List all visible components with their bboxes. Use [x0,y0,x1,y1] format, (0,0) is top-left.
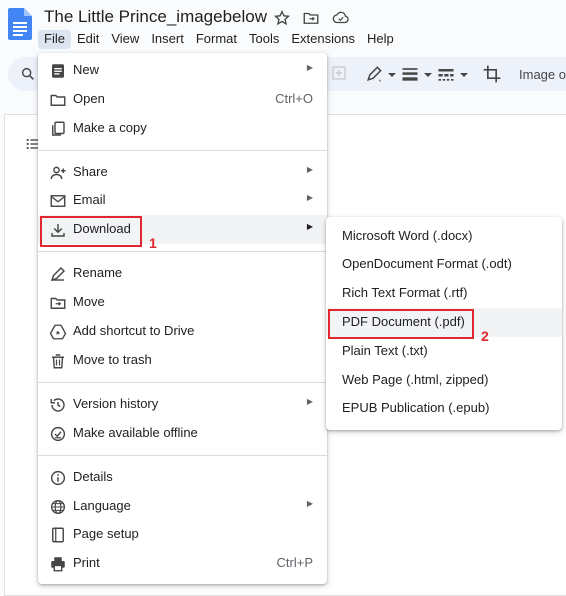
submenu-arrow-icon: ▶ [306,63,313,72]
menu-item-rename[interactable]: Rename [38,259,327,288]
history-icon [50,398,65,412]
download-option-html[interactable]: Web Page (.html, zipped) [326,366,562,395]
submenu-arrow-icon: ▶ [306,499,313,508]
menu-file[interactable]: File [38,30,71,49]
trash-icon [52,354,64,369]
menu-item-open[interactable]: Open Ctrl+O [38,85,327,114]
star-icon[interactable] [273,9,293,27]
menu-format[interactable]: Format [190,30,243,49]
menu-item-language[interactable]: Language ▶ [38,492,327,521]
page-setup-icon [52,527,64,543]
menu-bar: File Edit View Insert Format Tools Exten… [38,30,400,49]
submenu-arrow-icon: ▶ [306,165,313,174]
copy-icon [52,121,65,136]
menu-edit[interactable]: Edit [71,30,105,49]
menu-item-new[interactable]: New ▶ [38,56,327,85]
menu-tools[interactable]: Tools [243,30,285,49]
title-bar: The Little Prince_imagebelow File Edit V… [0,0,566,50]
download-option-docx[interactable]: Microsoft Word (.docx) [326,222,562,251]
menu-item-email[interactable]: Email ▶ [38,186,327,215]
move-folder-icon[interactable] [302,9,322,27]
file-menu: New ▶ Open Ctrl+O Make a copy Share ▶ Em… [38,53,327,584]
submenu-arrow-icon: ▶ [306,193,313,202]
border-weight-dropdown-icon[interactable] [424,64,432,84]
print-icon [51,557,65,572]
insert-comment-icon[interactable] [330,64,350,84]
annotation-box-download [40,216,142,247]
download-option-odt[interactable]: OpenDocument Format (.odt) [326,250,562,279]
folder-open-icon [50,94,66,106]
menu-extensions[interactable]: Extensions [285,30,361,49]
menu-separator [38,455,327,456]
submenu-arrow-icon: ▶ [306,222,313,231]
border-weight-icon[interactable] [400,64,420,84]
menu-item-share[interactable]: Share ▶ [38,158,327,187]
move-folder-icon [50,297,66,309]
offline-icon [50,426,66,442]
image-options-button[interactable]: Image o [519,67,566,82]
download-option-epub[interactable]: EPUB Publication (.epub) [326,394,562,423]
document-title[interactable]: The Little Prince_imagebelow [44,7,267,27]
submenu-arrow-icon: ▶ [306,397,313,406]
annotation-step-2: 2 [481,328,489,344]
rename-pen-icon [50,266,66,282]
menu-item-version-history[interactable]: Version history ▶ [38,390,327,419]
menu-item-make-a-copy[interactable]: Make a copy [38,114,327,143]
menu-help[interactable]: Help [361,30,400,49]
border-dash-dropdown-icon[interactable] [460,64,468,84]
border-dash-icon[interactable] [436,64,456,84]
highlight-pen-icon[interactable] [364,64,384,84]
menu-separator [38,382,327,383]
cloud-status-icon[interactable] [331,9,351,27]
menu-item-move-to-trash[interactable]: Move to trash [38,346,327,375]
download-option-rtf[interactable]: Rich Text Format (.rtf) [326,279,562,308]
menu-item-print[interactable]: Print Ctrl+P [38,549,327,578]
menu-item-move[interactable]: Move [38,288,327,317]
new-doc-icon [52,64,64,78]
crop-icon[interactable] [482,64,502,84]
drive-shortcut-icon [49,324,67,340]
menu-item-add-shortcut-to-drive[interactable]: Add shortcut to Drive [38,317,327,346]
google-docs-logo-icon[interactable] [8,8,32,40]
search-menus-icon[interactable] [20,66,36,82]
menu-view[interactable]: View [105,30,145,49]
annotation-box-pdf [328,309,474,339]
menu-item-page-setup[interactable]: Page setup [38,520,327,549]
menu-item-make-available-offline[interactable]: Make available offline [38,419,327,448]
menu-insert[interactable]: Insert [145,30,190,49]
annotation-step-1: 1 [149,235,157,251]
globe-icon [50,499,66,515]
menu-separator [38,251,327,252]
border-color-dropdown-icon[interactable] [388,64,396,84]
menu-separator [38,150,327,151]
mail-icon [50,195,66,207]
share-person-icon [50,166,66,180]
info-icon [50,470,66,486]
menu-item-details[interactable]: Details [38,463,327,492]
download-option-txt[interactable]: Plain Text (.txt) [326,337,562,366]
